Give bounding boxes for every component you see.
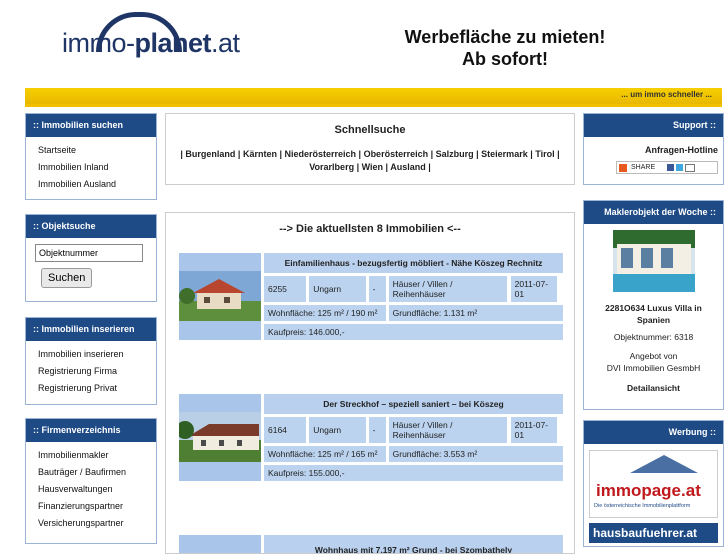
anfragen-hotline-link[interactable]: Anfragen-Hotline	[584, 137, 723, 155]
listing-country: Ungarn	[309, 417, 366, 443]
nav-immobilien-ausland[interactable]: Immobilien Ausland	[38, 176, 156, 193]
region-link-kärnten[interactable]: Kärnten	[243, 149, 277, 159]
listing-card[interactable]: Einfamilienhaus - bezugsfertig möbliert …	[176, 250, 566, 343]
hausbaufuehrer-ad[interactable]: hausbaufuehrer.at	[589, 523, 718, 543]
region-link-niederösterreich[interactable]: Niederösterreich	[285, 149, 357, 159]
immobilien-suchen-box: :: Immobilien suchen Startseite Immobili…	[25, 113, 157, 200]
listing-id: 6164	[264, 417, 307, 443]
logo-prefix: immo-	[62, 28, 135, 58]
makler-object-number: Objektnummer: 6318	[613, 332, 694, 342]
twitter-icon	[676, 164, 684, 171]
region-link-vorarlberg[interactable]: Vorarlberg	[309, 162, 354, 172]
email-icon	[685, 163, 696, 172]
listing-title[interactable]: Einfamilienhaus - bezugsfertig möbliert …	[264, 253, 563, 273]
immopage-ad[interactable]: immopage.at Die österreichische Immobili…	[589, 450, 718, 518]
listing-wohnflaeche: Wohnfläche: 125 m² / 190 m²	[264, 305, 386, 321]
listing-title[interactable]: Der Streckhof – speziell saniert – bei K…	[264, 394, 563, 414]
logo-suffix: .at	[211, 28, 240, 58]
listing-date: 2011-07-01	[510, 417, 557, 443]
listing-price: Kaufpreis: 146.000,-	[264, 324, 563, 340]
nav-immobilienmakler[interactable]: Immobilienmakler	[38, 447, 156, 464]
villa-photo[interactable]	[612, 230, 695, 292]
makler-offer-label: Angebot von	[629, 351, 678, 361]
top-ad-banner[interactable]: Werbefläche zu mieten! Ab sofort!	[380, 26, 630, 70]
nav-finanzierungspartner[interactable]: Finanzierungspartner	[38, 498, 156, 515]
nav-bautraeger[interactable]: Bauträger / Baufirmen	[38, 464, 156, 481]
listing-wohnflaeche: Wohnfläche: 125 m² / 165 m²	[264, 446, 386, 462]
listing-photo[interactable]	[176, 394, 261, 481]
firmenverzeichnis-box: :: Firmenverzeichnis Immobilienmakler Ba…	[25, 418, 157, 544]
detailansicht-link[interactable]: Detailansicht	[584, 383, 723, 393]
suchen-button[interactable]: Suchen	[41, 268, 93, 288]
maklerobjekt-box: Maklerobjekt der Woche :: 2281O634 Luxus…	[583, 200, 724, 410]
box-heading: Support ::	[584, 114, 723, 137]
listing-grundflaeche: Grundfläche: 3.553 m²	[388, 446, 563, 462]
nav-immobilien-inserieren[interactable]: Immobilien inserieren	[38, 346, 156, 363]
share-icon	[619, 163, 627, 172]
box-heading: Maklerobjekt der Woche ::	[584, 201, 723, 224]
listing-id: 6255	[264, 276, 307, 302]
house-photo	[176, 411, 261, 462]
slogan-text: ... um immo schneller ...	[621, 90, 712, 99]
listing-grundflaeche: Grundfläche: 1.131 m²	[388, 305, 563, 321]
listing-type: Häuser / Villen / Reihenhäuser	[388, 276, 507, 302]
latest-listings-box: --> Die aktuellsten 8 Immobilien <-- Ein…	[165, 212, 575, 554]
nav-registrierung-firma[interactable]: Registrierung Firma	[38, 363, 156, 380]
region-link-wien[interactable]: Wien	[362, 162, 383, 172]
listing-type: Häuser / Villen / Reihenhäuser	[388, 417, 507, 443]
region-link-ausland[interactable]: Ausland	[390, 162, 426, 172]
listing-card[interactable]: Der Streckhof – speziell saniert – bei K…	[176, 391, 566, 484]
support-box: Support :: Anfragen-Hotline SHARE	[583, 113, 724, 185]
makler-object-title[interactable]: 2281O634 Luxus Villa in Spanien	[584, 302, 723, 326]
region-link-tirol[interactable]: Tirol	[535, 149, 554, 159]
nav-registrierung-privat[interactable]: Registrierung Privat	[38, 380, 156, 397]
region-link-oberösterreich[interactable]: Oberösterreich	[364, 149, 429, 159]
objektnummer-input[interactable]	[35, 244, 143, 262]
listing-dash: -	[368, 417, 386, 443]
ad-line-2: Ab sofort!	[462, 49, 548, 69]
objektsuche-box: :: Objektsuche Suchen	[25, 214, 157, 302]
box-heading: :: Objektsuche	[26, 215, 156, 238]
roof-icon	[630, 455, 698, 473]
listing-country: Ungarn	[309, 276, 366, 302]
share-widget[interactable]: SHARE	[616, 161, 718, 174]
makler-company: DVI Immobilien GesmbH	[606, 363, 701, 373]
logo-main: planet	[134, 28, 212, 58]
share-label: SHARE	[631, 164, 656, 171]
box-heading: Werbung ::	[584, 421, 723, 444]
facebook-icon	[667, 164, 675, 171]
listing-card[interactable]: Wohnhaus mit 7.197 m² Grund - bei Szomba…	[176, 532, 566, 553]
box-heading: :: Immobilien suchen	[26, 114, 156, 137]
immobilien-inserieren-box: :: Immobilien inserieren Immobilien inse…	[25, 317, 157, 405]
site-logo[interactable]: immo-planet.at	[62, 28, 240, 59]
latest-title: --> Die aktuellsten 8 Immobilien <--	[279, 223, 461, 235]
immopage-subtitle: Die österreichische Immobilienplattform	[594, 503, 691, 509]
slogan-bar: ... um immo schneller ...	[25, 88, 722, 107]
listing-photo[interactable]	[179, 253, 261, 340]
immopage-logo-text: immopage.at	[596, 481, 701, 500]
nav-hausverwaltungen[interactable]: Hausverwaltungen	[38, 481, 156, 498]
schnellsuche-box: Schnellsuche | Burgenland | Kärnten | Ni…	[165, 113, 575, 185]
box-heading: :: Immobilien inserieren	[26, 318, 156, 341]
region-link-salzburg[interactable]: Salzburg	[436, 149, 474, 159]
region-link-steiermark[interactable]: Steiermark	[481, 149, 528, 159]
schnellsuche-title: Schnellsuche	[334, 124, 406, 136]
nav-immobilien-inland[interactable]: Immobilien Inland	[38, 159, 156, 176]
box-heading: :: Firmenverzeichnis	[26, 419, 156, 442]
listing-price: Kaufpreis: 155.000,-	[264, 465, 563, 481]
house-photo	[179, 270, 261, 321]
region-links: | Burgenland | Kärnten | Niederösterreic…	[180, 149, 560, 172]
nav-startseite[interactable]: Startseite	[38, 142, 156, 159]
listing-dash: -	[368, 276, 386, 302]
region-link-burgenland[interactable]: Burgenland	[185, 149, 235, 159]
nav-versicherungspartner[interactable]: Versicherungspartner	[38, 515, 156, 532]
ad-line-1: Werbefläche zu mieten!	[404, 27, 606, 47]
werbung-box: Werbung :: immopage.at Die österreichisc…	[583, 420, 724, 547]
listing-date: 2011-07-01	[510, 276, 557, 302]
